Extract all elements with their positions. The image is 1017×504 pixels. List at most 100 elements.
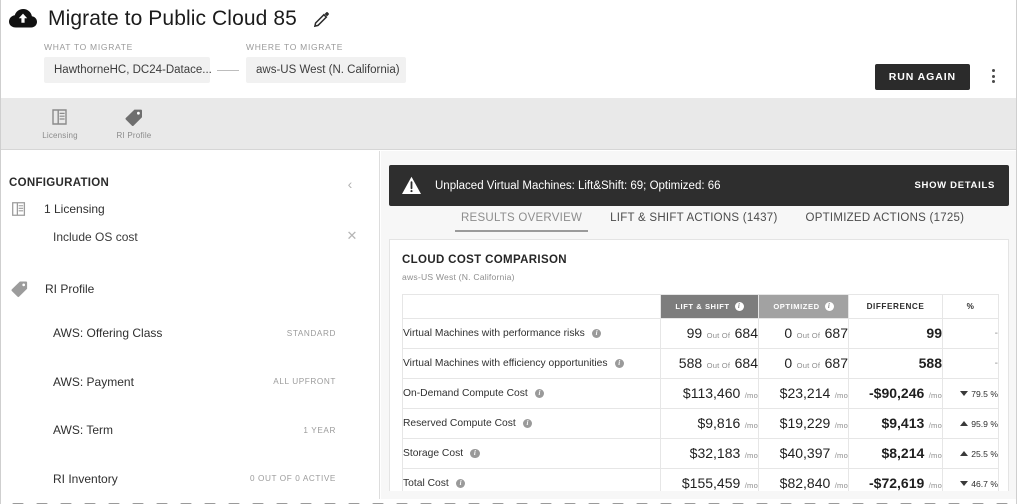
info-icon[interactable]: i bbox=[534, 388, 545, 399]
lift-shift-value: $9,816 bbox=[697, 414, 741, 431]
optimized-cell: 0 Out Of 687 bbox=[758, 318, 849, 349]
table-row: Virtual Machines with efficiency opportu… bbox=[402, 348, 999, 379]
row-label-cell: Virtual Machines with efficiency opportu… bbox=[402, 348, 661, 379]
difference-value: -$90,246 bbox=[869, 384, 925, 401]
ri-setting-name: AWS: Payment bbox=[53, 374, 134, 389]
sidebar-item-ri-profile[interactable]: RI Profile bbox=[10, 279, 94, 298]
list-item[interactable]: AWS: Payment ALL UPFRONT bbox=[0, 358, 380, 407]
what-to-migrate-label: WHAT TO MIGRATE bbox=[44, 42, 134, 52]
difference-value: 99 bbox=[926, 324, 942, 341]
info-icon[interactable]: i bbox=[734, 302, 744, 311]
optimized-value: $19,229 bbox=[779, 414, 831, 431]
lift-shift-value: $113,460 bbox=[682, 384, 741, 401]
optimized-value: $23,214 bbox=[779, 384, 831, 401]
difference-cell: -$72,619 /mo bbox=[848, 468, 943, 491]
list-item[interactable]: AWS: Offering Class STANDARD bbox=[0, 309, 380, 358]
migration-plan-screen: Migrate to Public Cloud 85 WHAT TO MIGRA… bbox=[0, 0, 1017, 504]
percent-cell: 46.7 % bbox=[942, 468, 999, 491]
trend-up-icon bbox=[960, 451, 969, 456]
column-header-difference: DIFFERENCE bbox=[848, 294, 943, 319]
difference-cell: $9,413 /mo bbox=[848, 408, 943, 439]
trend-down-icon bbox=[960, 391, 969, 396]
info-icon[interactable]: i bbox=[522, 418, 533, 429]
optimized-suffix: /mo bbox=[834, 450, 848, 460]
percent-value: - bbox=[994, 358, 998, 369]
optimized-total: 687 bbox=[824, 324, 848, 341]
document-lines-icon bbox=[50, 107, 70, 127]
optimized-suffix: /mo bbox=[834, 480, 848, 490]
row-label: Virtual Machines with performance risks bbox=[403, 328, 585, 339]
difference-cell: $8,214 /mo bbox=[848, 438, 943, 469]
kebab-menu-icon[interactable] bbox=[985, 66, 1001, 86]
table-row: On-Demand Compute Cost i $113,460 /mo $2… bbox=[402, 378, 999, 409]
pencil-icon[interactable] bbox=[307, 10, 331, 28]
table-body: Virtual Machines with performance risks … bbox=[402, 318, 999, 491]
optimized-total: 687 bbox=[824, 354, 848, 371]
where-to-migrate-label: WHERE TO MIGRATE bbox=[246, 42, 344, 52]
tab-lift-and-shift-actions[interactable]: LIFT & SHIFT ACTIONS (1437) bbox=[596, 207, 791, 232]
info-icon[interactable]: i bbox=[591, 328, 602, 339]
optimized-value: 0 bbox=[784, 354, 793, 371]
percent-cell: 95.9 % bbox=[942, 408, 999, 439]
difference-suffix: /mo bbox=[928, 390, 942, 400]
sidebar-item-licensing[interactable]: 1 Licensing bbox=[10, 200, 105, 218]
lift-shift-value: $155,459 bbox=[681, 474, 741, 491]
lift-shift-cell: 99 Out Of 684 bbox=[660, 318, 759, 349]
difference-value: 588 bbox=[918, 354, 942, 371]
column-header-lift-shift: LIFT & SHIFT i bbox=[660, 294, 759, 319]
tool-tab-ri-profile[interactable]: RI Profile bbox=[110, 107, 158, 140]
cloud-upload-icon bbox=[8, 6, 38, 32]
ri-profile-settings-list: AWS: Offering Class STANDARD AWS: Paymen… bbox=[0, 309, 380, 503]
run-again-button[interactable]: RUN AGAIN bbox=[874, 64, 970, 90]
lift-shift-cell: $32,183 /mo bbox=[660, 438, 759, 469]
sidebar-item-ri-profile-label: RI Profile bbox=[45, 281, 95, 296]
tag-icon bbox=[124, 107, 144, 127]
tool-tab-licensing-label: Licensing bbox=[42, 131, 78, 140]
optimized-suffix: /mo bbox=[834, 420, 848, 430]
info-icon[interactable]: i bbox=[470, 448, 480, 459]
title-row: Migrate to Public Cloud 85 bbox=[0, 0, 331, 38]
optimized-cell: $23,214 /mo bbox=[758, 378, 849, 409]
list-item[interactable]: RI Inventory 0 OUT OF 0 ACTIVE bbox=[0, 455, 380, 504]
chevron-left-icon[interactable]: ‹ bbox=[343, 176, 357, 192]
where-to-migrate-group: WHERE TO MIGRATE aws-US West (N. Califor… bbox=[246, 42, 406, 83]
table-row: Storage Cost i $32,183 /mo $40,397 /mo $… bbox=[402, 438, 999, 469]
info-icon[interactable]: i bbox=[455, 478, 466, 489]
ri-setting-name: AWS: Offering Class bbox=[53, 326, 163, 341]
tool-tab-licensing[interactable]: Licensing bbox=[36, 107, 84, 140]
what-to-migrate-input[interactable]: HawthorneHC, DC24-Datace... bbox=[44, 57, 212, 83]
tool-tab-strip: Licensing RI Profile bbox=[0, 98, 1017, 150]
lift-shift-total: 684 bbox=[734, 354, 758, 371]
what-to-migrate-group: WHAT TO MIGRATE HawthorneHC, DC24-Datace… bbox=[44, 42, 212, 83]
show-details-button[interactable]: SHOW DETAILS bbox=[914, 180, 995, 191]
lift-shift-cell: $9,816 /mo bbox=[660, 408, 759, 439]
configuration-heading: CONFIGURATION bbox=[9, 177, 110, 189]
difference-value: $8,214 bbox=[881, 444, 925, 461]
lift-shift-value: 99 bbox=[686, 324, 703, 341]
column-header-lift-shift-label: LIFT & SHIFT bbox=[675, 302, 730, 311]
optimized-cell: $82,840 /mo bbox=[758, 468, 849, 491]
lift-shift-value: $32,183 bbox=[689, 444, 741, 461]
tool-tab-ri-profile-label: RI Profile bbox=[116, 131, 152, 140]
row-label: Storage Cost bbox=[403, 448, 464, 459]
table-header-row: LIFT & SHIFT i OPTIMIZED i DIFFERENCE % bbox=[402, 294, 999, 319]
tab-optimized-actions[interactable]: OPTIMIZED ACTIONS (1725) bbox=[792, 207, 979, 232]
tag-icon bbox=[10, 279, 29, 298]
lift-shift-suffix: /mo bbox=[744, 480, 758, 490]
ri-setting-name: RI Inventory bbox=[53, 471, 118, 486]
percent-cell: - bbox=[942, 318, 999, 349]
where-to-migrate-input[interactable]: aws-US West (N. California) bbox=[246, 57, 406, 83]
results-tab-bar: RESULTS OVERVIEW LIFT & SHIFT ACTIONS (1… bbox=[389, 207, 1009, 236]
optimized-value: 0 bbox=[784, 324, 793, 341]
sidebar-subitem-include-os-cost: Include OS cost bbox=[53, 230, 138, 244]
info-icon[interactable]: i bbox=[824, 302, 834, 311]
tab-results-overview[interactable]: RESULTS OVERVIEW bbox=[447, 207, 596, 232]
percent-value: 95.9 % bbox=[971, 418, 998, 429]
info-icon[interactable]: i bbox=[614, 358, 625, 369]
percent-value: 46.7 % bbox=[971, 478, 998, 489]
migration-fields: WHAT TO MIGRATE HawthorneHC, DC24-Datace… bbox=[44, 42, 406, 83]
list-item[interactable]: AWS: Term 1 YEAR bbox=[0, 406, 380, 455]
optimized-cell: 0 Out Of 687 bbox=[758, 348, 849, 379]
table-row: Virtual Machines with performance risks … bbox=[402, 318, 999, 349]
close-icon[interactable]: ✕ bbox=[345, 229, 359, 243]
